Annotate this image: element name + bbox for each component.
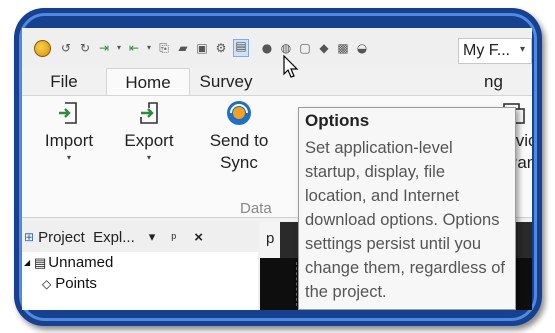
- briefcase-icon[interactable]: ▰: [176, 42, 190, 54]
- tooltip-body: Set application-level startup, display, …: [305, 139, 505, 301]
- options-icon[interactable]: ▤: [233, 39, 249, 57]
- tree-label: Points: [55, 275, 97, 292]
- import-label: Import: [44, 131, 94, 150]
- guide-line: [296, 262, 297, 306]
- sync-icon: [227, 101, 251, 125]
- tree-label: Unnamed: [48, 254, 114, 271]
- tab-home[interactable]: Home: [106, 68, 190, 96]
- sync-label: Sync: [220, 153, 258, 172]
- import-button[interactable]: Import ▾: [40, 96, 98, 164]
- cube-icon[interactable]: ◆: [317, 42, 331, 54]
- project-explorer-header: ⊞ Project Expl... ▾ ᵖ ×: [22, 222, 258, 252]
- chevron-down-icon: ▾: [66, 153, 71, 162]
- app-logo-icon[interactable]: [34, 39, 51, 57]
- dropdown-icon[interactable]: ▾: [116, 44, 122, 52]
- tree-item-unnamed[interactable]: ◢ ▤ Unnamed: [22, 252, 258, 273]
- ribbon-tabs: File Home Survey ng: [22, 68, 532, 96]
- undo-icon[interactable]: ↺: [59, 42, 73, 54]
- redo-icon[interactable]: ↻: [78, 42, 92, 54]
- chevron-down-icon: ▾: [146, 153, 151, 162]
- tree-item-points[interactable]: ◇ Points: [22, 273, 258, 294]
- tab-file[interactable]: File: [22, 68, 106, 96]
- dropdown-icon[interactable]: ▾: [146, 44, 152, 52]
- options-tooltip: Options Set application-level startup, d…: [298, 107, 516, 310]
- application-window: ↺ ↻ ⇥ ▾ ⇤ ▾ ⎘ ▰ ▣ ⚙ ▤ ● ◍ ▢ ◆ ▩ ◒ My F..…: [22, 28, 532, 310]
- tooltip-title: Options: [305, 111, 370, 130]
- save-icon[interactable]: ▣: [195, 42, 209, 54]
- gear-icon[interactable]: ⚙: [214, 42, 228, 54]
- export-icon[interactable]: ⇤: [127, 42, 141, 54]
- send-to-label: Send to: [209, 131, 269, 150]
- chevron-down-icon[interactable]: ▾: [520, 44, 525, 55]
- mouse-cursor-icon: [283, 55, 299, 78]
- send-to-sync-button[interactable]: Send to Sync: [202, 96, 276, 174]
- tab-partial[interactable]: ng: [484, 68, 503, 96]
- export-button[interactable]: Export ▾: [117, 96, 181, 164]
- window-icon[interactable]: ▢: [298, 42, 312, 54]
- send-icon[interactable]: ⎘: [157, 42, 171, 54]
- pin-icon[interactable]: ᵖ: [171, 230, 176, 245]
- project-icon: ▤: [34, 254, 47, 270]
- close-icon[interactable]: ×: [194, 229, 203, 246]
- dish-icon[interactable]: ◒: [355, 42, 369, 54]
- panel-dropdown-button[interactable]: ▾: [149, 229, 156, 245]
- export-label: Export: [124, 131, 174, 150]
- import-icon[interactable]: ⇥: [97, 42, 111, 54]
- image-icon[interactable]: ▩: [336, 42, 350, 54]
- expand-icon[interactable]: ◢: [24, 258, 32, 267]
- globe-icon[interactable]: ◍: [279, 42, 293, 54]
- export-icon: [140, 102, 158, 124]
- project-explorer-title: Project Expl...: [38, 228, 135, 246]
- document-tab[interactable]: p: [260, 222, 280, 258]
- project-tree: ◢ ▤ Unnamed ◇ Points: [22, 252, 258, 310]
- satellite-icon[interactable]: ●: [260, 42, 274, 54]
- points-icon: ◇: [42, 276, 52, 291]
- project-explorer-icon: ⊞: [24, 230, 35, 244]
- tab-survey[interactable]: Survey: [190, 68, 262, 96]
- import-icon: [59, 102, 77, 124]
- ribbon-group-label: Data: [240, 200, 272, 217]
- quick-access-toolbar: ↺ ↻ ⇥ ▾ ⇤ ▾ ⎘ ▰ ▣ ⚙ ▤ ● ◍ ▢ ◆ ▩ ◒: [22, 28, 532, 68]
